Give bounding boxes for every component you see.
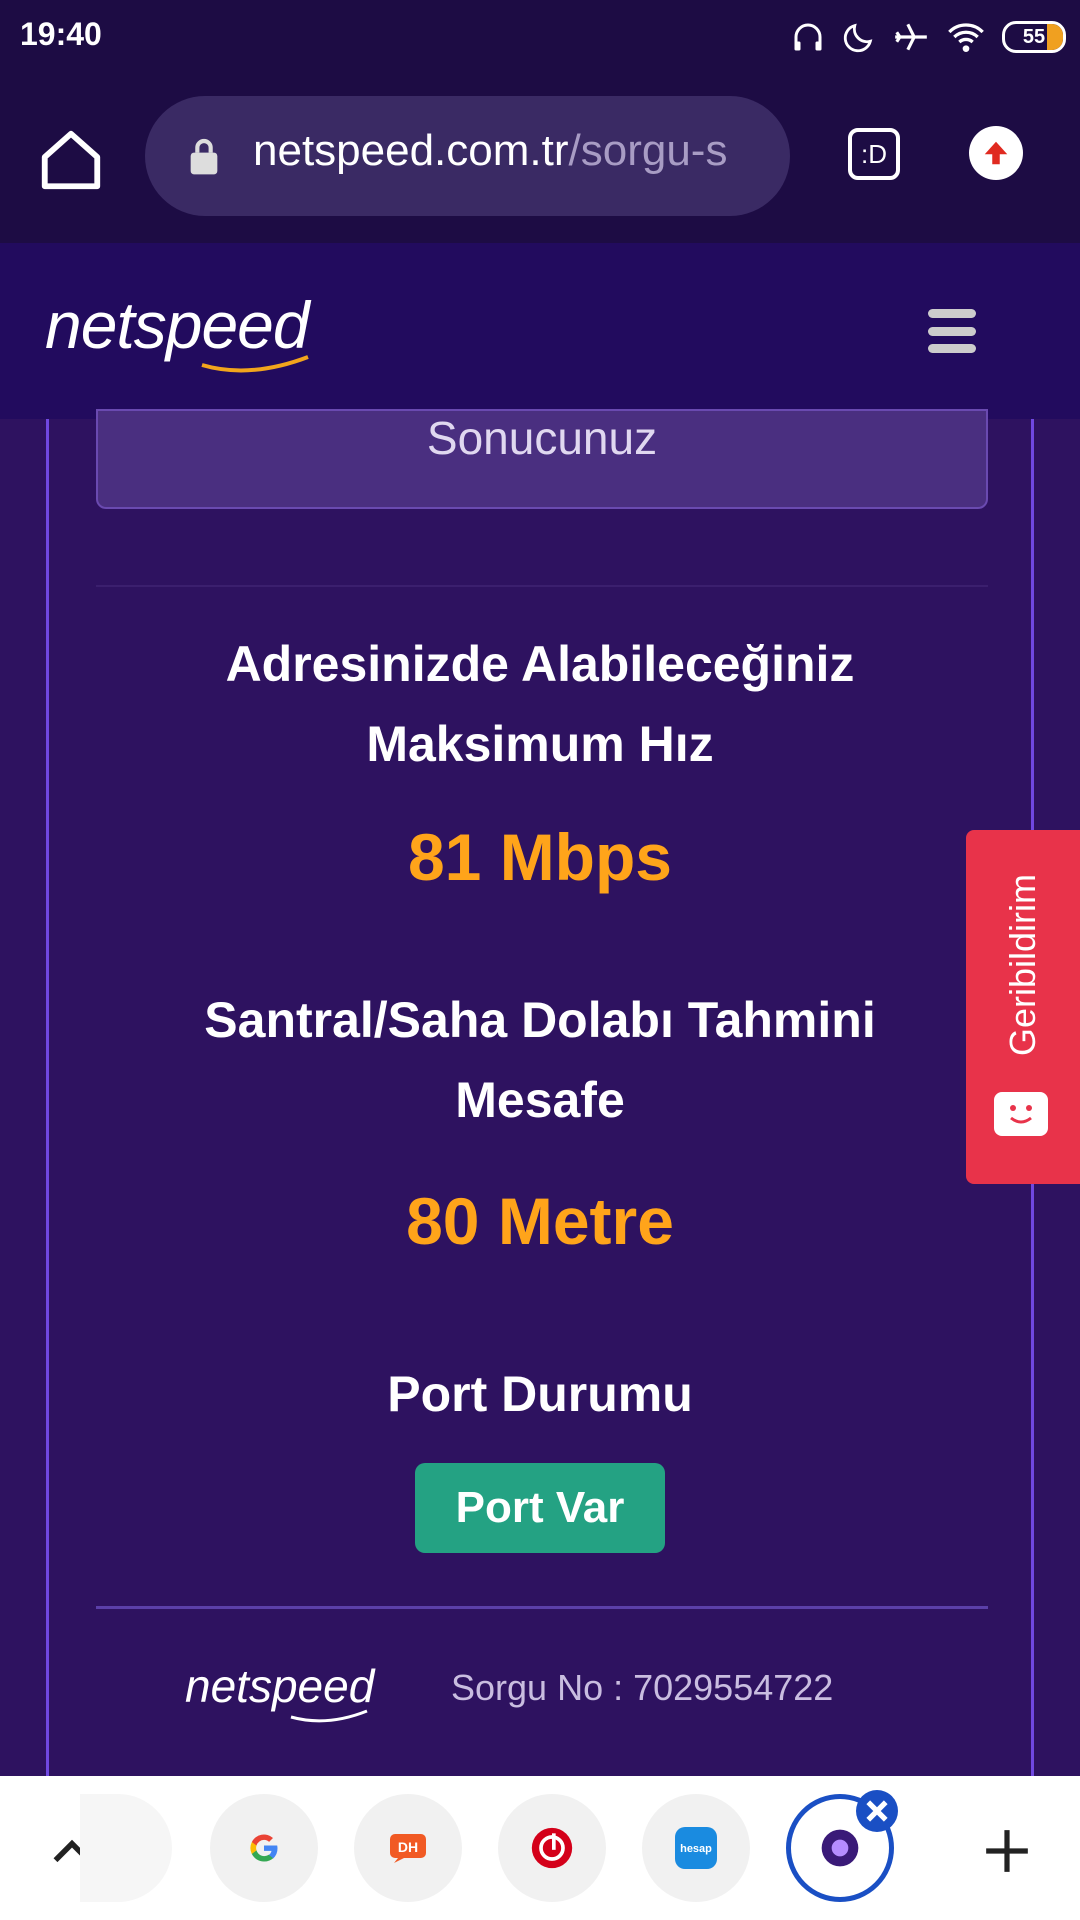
headphones-icon	[794, 23, 822, 51]
max-speed-value: 81 Mbps	[407, 820, 673, 894]
port-status-badge: Port Var	[415, 1463, 665, 1553]
tab-dh[interactable]: DH	[354, 1794, 462, 1902]
browser-toolbar: netspeed.com.tr/sorgu-s :D	[0, 73, 1080, 243]
upload-button[interactable]	[969, 126, 1023, 180]
url-domain: netspeed.com.tr	[253, 126, 569, 175]
logo-swoosh-icon	[201, 355, 309, 373]
bottom-tab-strip: DH hesap	[0, 1776, 1080, 1920]
site-logo[interactable]: netspeed	[45, 287, 310, 363]
footer-swoosh-icon	[290, 1709, 368, 1723]
music-app-icon	[531, 1827, 573, 1869]
home-icon[interactable]	[36, 125, 106, 195]
distance-value: 80 Metre	[406, 1184, 674, 1258]
tab-partial[interactable]	[80, 1794, 172, 1902]
tab-incehesap[interactable]: hesap	[642, 1794, 750, 1902]
lock-icon	[190, 138, 218, 175]
url-text[interactable]: netspeed.com.tr/sorgu-s	[253, 126, 773, 176]
airplane-icon	[895, 23, 927, 51]
battery-level: 55	[1022, 25, 1046, 48]
new-tab-button[interactable]	[982, 1822, 1032, 1886]
divider	[96, 1606, 988, 1609]
close-tab-button[interactable]	[856, 1790, 898, 1832]
close-icon	[866, 1800, 888, 1822]
feedback-tab[interactable]: Geribildirim	[966, 830, 1080, 1184]
footer-logo: netspeed	[185, 1660, 375, 1712]
svg-text:hesap: hesap	[680, 1843, 712, 1855]
svg-text:DH: DH	[398, 1839, 418, 1855]
address-bar[interactable]: netspeed.com.tr/sorgu-s	[145, 96, 790, 216]
max-speed-label-line1: Adresinizde Alabileceğiniz	[225, 636, 855, 692]
incehesap-icon: hesap	[675, 1827, 717, 1869]
result-title: Sonucunuz	[426, 412, 658, 464]
url-path: /sorgu-s	[568, 126, 728, 175]
divider	[96, 585, 988, 587]
result-header-box: Sonucunuz	[96, 409, 988, 509]
port-status-label: Port Durumu	[387, 1366, 693, 1422]
dh-icon: DH	[390, 1834, 426, 1863]
netspeed-favicon-icon	[821, 1829, 859, 1867]
status-icons: 55	[790, 12, 1066, 62]
feedback-label: Geribildirim	[1002, 873, 1043, 1057]
google-icon	[250, 1834, 278, 1862]
arrow-up-icon	[984, 141, 1008, 165]
status-time: 19:40	[20, 16, 102, 52]
tab-switcher-button[interactable]: :D	[848, 128, 900, 180]
tab-google[interactable]	[210, 1794, 318, 1902]
tab-music[interactable]	[498, 1794, 606, 1902]
site-header: netspeed	[0, 243, 1080, 419]
moon-icon	[843, 23, 873, 53]
result-panel: Sonucunuz Adresinizde Alabileceğiniz Mak…	[46, 409, 1034, 1776]
smile-chat-icon	[994, 1092, 1048, 1136]
status-bar: 19:40 55	[0, 0, 1080, 73]
max-speed-label-line2: Maksimum Hız	[366, 716, 714, 772]
distance-label-line1: Santral/Saha Dolabı Tahmini	[204, 992, 876, 1048]
distance-label-line2: Mesafe	[455, 1072, 625, 1128]
battery-indicator: 55	[1002, 21, 1066, 53]
wifi-icon	[948, 23, 984, 52]
query-number: Sorgu No : 7029554722	[451, 1667, 834, 1708]
menu-button[interactable]	[928, 309, 976, 353]
plus-icon	[986, 1830, 1028, 1872]
